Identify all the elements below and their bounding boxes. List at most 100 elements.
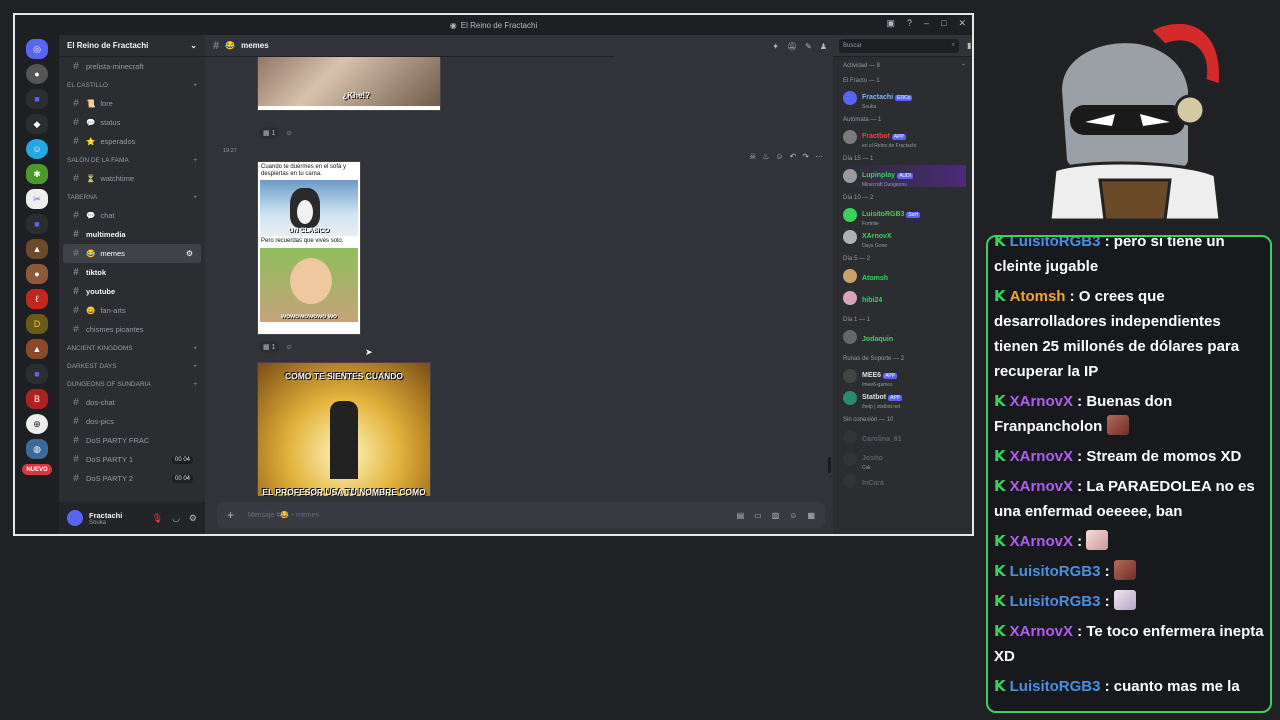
member-item[interactable]: InCara [843,470,966,492]
server-icon[interactable]: ⊕ [26,414,48,434]
server-icon[interactable]: ✂ [26,189,48,209]
maximize-button[interactable]: □ [941,18,946,29]
member-item[interactable]: Josito Csk [843,448,966,471]
member-item[interactable]: Atomsh [843,265,966,287]
mic-muted-icon[interactable]: 🎙︎ [152,513,163,524]
channel-item[interactable]: # dos-chat [63,393,201,412]
forward-icon[interactable]: ↷ [802,152,809,161]
gear-icon[interactable]: ⚙ [189,513,197,524]
channel-item[interactable]: # ⭐ esperados [63,132,201,151]
reply-icon[interactable]: ↶ [790,152,797,161]
meme-image[interactable]: ¿Khe!? [257,57,441,111]
channel-item[interactable]: # youtube [63,282,201,301]
server-icon[interactable]: B [26,389,48,409]
channel-category[interactable]: EL CASTILLO + [59,76,205,94]
plus-icon[interactable]: + [227,508,234,522]
add-reaction-icon[interactable]: ☺ [775,152,783,161]
channel-item[interactable]: # 😂 memes ⚙ [63,244,201,263]
reaction[interactable]: ▦ 1 [259,127,280,139]
channel-category[interactable]: DARKEST DAYS + [59,357,205,375]
server-icon[interactable]: ■ [26,364,48,384]
channel-item[interactable]: # ⏳ watchtime [63,169,201,188]
channel-category[interactable]: TABERNA + [59,188,205,206]
skull-icon[interactable]: ☠ [749,152,756,161]
reaction[interactable]: ▦ 1 [259,341,280,353]
gift-icon[interactable]: ▤ [737,511,745,520]
headphones-icon[interactable]: ◡ [172,513,180,524]
apps-icon[interactable]: ▦ [807,511,815,520]
channel-item[interactable]: # DoS PARTY 2 00 04 [63,469,201,488]
pin-icon[interactable]: ✎ [805,42,812,51]
channel-item[interactable]: # dos-pics [63,412,201,431]
server-icon[interactable]: ☺ [26,139,48,159]
server-icon[interactable]: ● [26,64,48,84]
channel-item[interactable]: # prelista-minecraft [63,57,201,76]
server-icon[interactable]: ◍ [26,439,48,459]
server-icon[interactable]: ■ [26,214,48,234]
scrollbar[interactable] [828,457,831,473]
channel-label: multimedia [86,230,126,239]
gif-icon[interactable]: ▭ [754,511,762,520]
add-channel-icon[interactable]: + [193,345,197,352]
more-icon[interactable]: ⋯ [815,152,823,161]
server-icon[interactable]: ▲ [26,239,48,259]
add-reaction-icon[interactable]: ☺ [285,344,292,351]
server-icon[interactable]: D [26,314,48,334]
channel-category[interactable]: DUNGEONS OF SUNDARIA + [59,375,205,393]
add-channel-icon[interactable]: + [193,157,197,164]
server-icon[interactable]: ● [26,264,48,284]
add-channel-icon[interactable]: + [193,194,197,201]
channel-item[interactable]: # DoS PARTY FRAC [63,431,201,450]
server-icon[interactable]: ▲ [26,339,48,359]
meme-image[interactable]: COMO TE SIENTES CUANDO EL PROFESOR USA T… [257,362,431,496]
member-item[interactable]: Fractachi EDCo Souka [843,87,966,110]
member-item[interactable]: LuisitoRGB3 SoH Fortnite [843,204,966,227]
inbox-icon[interactable]: ▮ [967,41,971,50]
server-header[interactable]: El Reino de Fractachi ⌄ [59,35,205,57]
add-channel-icon[interactable]: + [193,363,197,370]
message-composer[interactable]: + Mensaje #😂・memes ▤ ▭ ▨ ☺ ▦ [217,502,825,528]
inbox-icon[interactable]: ▣ [886,18,895,29]
close-button[interactable]: ✕ [958,18,966,29]
channel-category[interactable]: ANCIENT KINGDOMS + [59,339,205,357]
member-item[interactable]: Jodaquin [843,326,966,348]
search-input[interactable]: Buscar ⌕ [839,38,959,53]
add-channel-icon[interactable]: + [193,381,197,388]
server-icon[interactable]: ■ [26,89,48,109]
server-icon[interactable]: ℓ [26,289,48,309]
server-icon[interactable]: ◆ [26,114,48,134]
member-item[interactable]: Fractbot APP en el Reino de Fractachi [843,126,966,149]
channel-item[interactable]: # tiktok [63,263,201,282]
channel-item[interactable]: # 📜 lore [63,94,201,113]
add-reaction-icon[interactable]: ☺ [285,130,292,137]
sticker-icon[interactable]: ▨ [772,511,780,520]
minimize-button[interactable]: – [924,18,929,29]
channel-item[interactable]: # chismes picantes [63,320,201,339]
members-icon[interactable]: ♟ [820,42,827,51]
chat-message: K XArnovX : Te toco enfermera inepta XD [994,619,1264,669]
avatar[interactable] [67,510,83,526]
channel-item[interactable]: # DoS PARTY 1 00 04 [63,450,201,469]
add-channel-icon[interactable]: + [193,82,197,89]
member-item[interactable]: XArnovX Days Gone [843,226,966,249]
server-icon[interactable]: ✱ [26,164,48,184]
channel-item[interactable]: # 😀 fan-arts [63,301,201,320]
member-item[interactable]: MEE6 APP/mee6-games [843,365,966,388]
member-item[interactable]: hibi24 [843,287,966,309]
channel-item[interactable]: # 💬 chat [63,206,201,225]
member-item[interactable]: Lupinplay AUDI Minecraft Dungeons [843,165,966,188]
gear-icon[interactable]: ⚙ [186,249,193,258]
member-item[interactable]: Carolina_91 [843,426,966,448]
channel-item[interactable]: # multimedia [63,225,201,244]
channel-item[interactable]: # 💬 status [63,113,201,132]
help-icon[interactable]: ? [907,18,912,29]
channel-category[interactable]: SALÓN DE LA FAMA + [59,151,205,169]
member-item[interactable]: Statbot APP/help | statbot.net [843,387,966,410]
notifications-muted-icon[interactable]: 🔕︎ [787,42,797,51]
chevron-up-icon[interactable]: ⌃ [961,63,966,70]
home-icon[interactable]: ◎ [26,39,48,59]
emoji-icon[interactable]: ☺ [789,511,797,520]
meme-image[interactable]: Cuando te duermes en el sofá y despierta… [257,161,361,335]
threads-icon[interactable]: ✦ [772,42,779,51]
fire-icon[interactable]: ♨ [762,152,769,161]
